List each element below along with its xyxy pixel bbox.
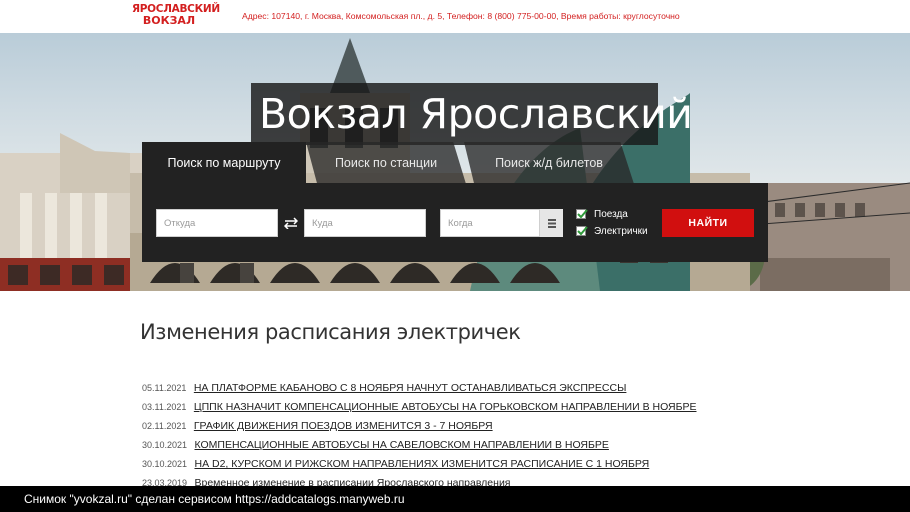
to-input[interactable]: Куда: [304, 209, 426, 237]
news-list: 05.11.2021 НА ПЛАТФОРМЕ КАБАНОВО С 8 НОЯ…: [142, 377, 842, 491]
calendar-button[interactable]: [539, 209, 563, 237]
news-item: 30.10.2021 НА D2, КУРСКОМ И РИЖСКОМ НАПР…: [142, 453, 842, 472]
news-item: 30.10.2021 КОМПЕНСАЦИОННЫЕ АВТОБУСЫ НА С…: [142, 434, 842, 453]
hero-title-box: Вокзал Ярославский: [251, 83, 693, 145]
news-section-title: Изменения расписания электричек: [140, 320, 521, 344]
news-link[interactable]: КОМПЕНСАЦИОННЫЕ АВТОБУСЫ НА САВЕЛОВСКОМ …: [195, 439, 609, 451]
news-link[interactable]: НА ПЛАТФОРМЕ КАБАНОВО С 8 НОЯБРЯ НАЧНУТ …: [194, 382, 627, 394]
checkmark-icon: [577, 226, 588, 236]
news-date: 03.11.2021: [142, 402, 187, 412]
hero-title: Вокзал Ярославский: [259, 90, 693, 138]
calendar-icon: [547, 218, 556, 228]
trains-checkbox[interactable]: [576, 209, 588, 219]
site-logo[interactable]: ЯРОСЛАВСКИЙ ВОКЗАЛ: [132, 3, 220, 27]
tab-route-search[interactable]: Поиск по маршруту: [142, 142, 306, 184]
news-link[interactable]: ЦППК НАЗНАЧИТ КОМПЕНСАЦИОННЫЕ АВТОБУСЫ Н…: [194, 401, 697, 413]
tab-ticket-search[interactable]: Поиск ж/д билетов: [464, 142, 634, 184]
news-link[interactable]: НА D2, КУРСКОМ И РИЖСКОМ НАПРАВЛЕНИЯХ ИЗ…: [195, 458, 650, 470]
news-date: 30.10.2021: [142, 459, 188, 469]
screenshot-caption: Снимок "yvokzal.ru" сделан сервисом http…: [0, 486, 910, 512]
logo-line-2: ВОКЗАЛ: [142, 14, 196, 27]
news-date: 05.11.2021: [142, 383, 187, 393]
trains-checkbox-row[interactable]: Поезда: [576, 207, 628, 221]
checkmark-icon: [577, 209, 588, 219]
swap-arrows-icon[interactable]: [284, 217, 298, 229]
tab-station-search[interactable]: Поиск по станции: [306, 142, 466, 184]
news-item: 03.11.2021 ЦППК НАЗНАЧИТ КОМПЕНСАЦИОННЫЕ…: [142, 396, 842, 415]
news-date: 02.11.2021: [142, 421, 187, 431]
from-input[interactable]: Откуда: [156, 209, 278, 237]
news-item: 02.11.2021 ГРАФИК ДВИЖЕНИЯ ПОЕЗДОВ ИЗМЕН…: [142, 415, 842, 434]
find-button[interactable]: НАЙТИ: [662, 209, 754, 237]
trains-label: Поезда: [594, 208, 628, 220]
news-item: 05.11.2021 НА ПЛАТФОРМЕ КАБАНОВО С 8 НОЯ…: [142, 377, 842, 396]
station-address: Адрес: 107140, г. Москва, Комсомольская …: [242, 11, 680, 21]
news-link[interactable]: ГРАФИК ДВИЖЕНИЯ ПОЕЗДОВ ИЗМЕНИТСЯ 3 - 7 …: [194, 420, 493, 432]
elektrichki-checkbox-row[interactable]: Электрички: [576, 224, 648, 238]
top-bar: ЯРОСЛАВСКИЙ ВОКЗАЛ Адрес: 107140, г. Мос…: [0, 0, 910, 33]
elektrichki-checkbox[interactable]: [576, 226, 588, 236]
elektrichki-label: Электрички: [594, 225, 648, 237]
news-date: 30.10.2021: [142, 440, 188, 450]
